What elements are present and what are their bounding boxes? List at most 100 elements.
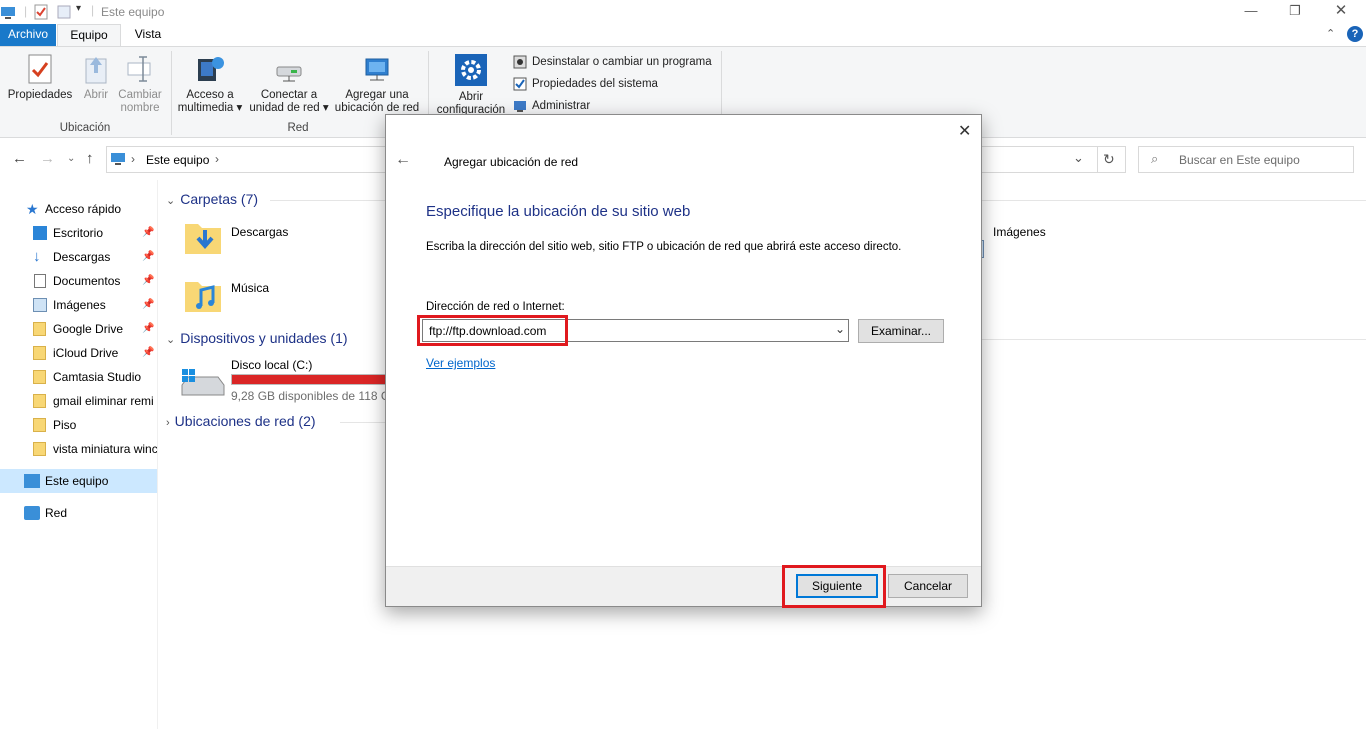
open-settings-button[interactable]: Abrir configuración bbox=[432, 53, 510, 117]
local-disk-icon bbox=[181, 369, 225, 396]
sidebar-item-escritorio[interactable]: Escritorio 📌 bbox=[0, 221, 157, 245]
sidebar-item-label: Imágenes bbox=[53, 298, 106, 312]
sidebar-item-acceso-rapido[interactable]: ★ Acceso rápido bbox=[0, 197, 157, 221]
sidebar-item-label: gmail eliminar remi bbox=[53, 394, 154, 408]
sidebar-item-este-equipo[interactable]: Este equipo bbox=[0, 469, 157, 493]
pin-icon[interactable]: 📌 bbox=[142, 221, 154, 245]
collapse-ribbon-icon[interactable]: ⌃ bbox=[1326, 27, 1335, 40]
breadcrumb-este-equipo[interactable]: Este equipo bbox=[146, 153, 209, 167]
new-folder-quick-icon[interactable] bbox=[56, 4, 72, 20]
properties-button[interactable]: Propiedades bbox=[4, 53, 76, 102]
network-icon bbox=[24, 506, 40, 520]
back-arrow-icon[interactable]: ← bbox=[12, 150, 27, 167]
pin-icon[interactable]: 📌 bbox=[142, 341, 154, 365]
pane-divider[interactable] bbox=[157, 180, 158, 729]
add-network-location-label-1: Agregar una bbox=[345, 89, 409, 101]
pin-icon[interactable]: 📌 bbox=[142, 269, 154, 293]
open-icon bbox=[85, 57, 107, 84]
drive-item-c[interactable]: Disco local (C:) 9,28 GB disponibles de … bbox=[178, 355, 386, 405]
rename-button[interactable]: Cambiar nombre bbox=[116, 53, 164, 115]
network-header-label: Ubicaciones de red (2) bbox=[174, 413, 316, 429]
properties-icon bbox=[28, 54, 52, 84]
tab-archivo[interactable]: Archivo bbox=[0, 24, 56, 46]
sidebar-item-piso[interactable]: Piso bbox=[0, 413, 157, 437]
folder-item-musica[interactable]: Música bbox=[183, 272, 383, 320]
open-button[interactable]: Abrir bbox=[80, 53, 112, 102]
system-properties-button[interactable]: Propiedades del sistema bbox=[513, 75, 658, 93]
add-network-location-label-2: ubicación de red bbox=[334, 102, 420, 114]
refresh-icon[interactable]: ↻ bbox=[1103, 151, 1115, 168]
up-arrow-icon[interactable]: ↑ bbox=[86, 150, 94, 167]
minimize-button[interactable]: — bbox=[1228, 0, 1274, 24]
ribbon-tabs: Archivo Equipo Vista ⌃ ? bbox=[0, 24, 1366, 47]
disk-usage-fill bbox=[232, 375, 386, 384]
browse-button[interactable]: Examinar... bbox=[858, 319, 944, 343]
breadcrumb-chevron-icon[interactable]: › bbox=[215, 152, 219, 166]
system-properties-label: Propiedades del sistema bbox=[532, 78, 658, 90]
sidebar-item-documentos[interactable]: Documentos 📌 bbox=[0, 269, 157, 293]
sidebar-item-camtasia[interactable]: Camtasia Studio bbox=[0, 365, 157, 389]
sidebar-item-imagenes[interactable]: Imágenes 📌 bbox=[0, 293, 157, 317]
sidebar-item-label: Google Drive bbox=[53, 322, 124, 336]
download-arrow-icon: ↓ bbox=[33, 248, 41, 265]
pin-icon[interactable]: 📌 bbox=[142, 317, 154, 341]
folders-group-header[interactable]: ⌄ Carpetas (7) bbox=[166, 191, 258, 207]
see-examples-link[interactable]: Ver ejemplos bbox=[426, 356, 495, 370]
customize-toolbar-icon[interactable]: ▾ bbox=[76, 3, 81, 14]
add-network-location-dialog: ✕ ← Agregar ubicación de red Especifique… bbox=[385, 114, 982, 608]
folder-item-imagenes[interactable]: Imágenes bbox=[980, 216, 1100, 264]
window-title: Este equipo bbox=[101, 5, 165, 19]
manage-button[interactable]: Administrar bbox=[513, 97, 590, 115]
forward-arrow-icon[interactable]: → bbox=[40, 150, 55, 167]
downloads-folder-icon bbox=[185, 224, 221, 254]
disk-usage-bar bbox=[231, 374, 386, 385]
uninstall-program-button[interactable]: Desinstalar o cambiar un programa bbox=[513, 53, 712, 71]
gear-icon bbox=[455, 54, 487, 86]
folder-item-descargas[interactable]: Descargas bbox=[183, 216, 383, 264]
sidebar-item-label: Piso bbox=[53, 418, 77, 432]
folder-icon bbox=[33, 346, 46, 360]
pin-icon[interactable]: 📌 bbox=[142, 245, 154, 269]
manage-label: Administrar bbox=[532, 100, 591, 112]
search-icon: ⌕ bbox=[1151, 151, 1159, 166]
sidebar-item-red[interactable]: Red bbox=[0, 501, 157, 525]
sidebar-item-google-drive[interactable]: Google Drive 📌 bbox=[0, 317, 157, 341]
recent-locations-icon[interactable]: ⌄ bbox=[67, 153, 75, 164]
sidebar-item-label: Red bbox=[45, 506, 68, 520]
open-label: Abrir bbox=[83, 89, 109, 101]
chevron-down-icon[interactable]: ⌄ bbox=[835, 322, 845, 336]
pin-icon[interactable]: 📌 bbox=[142, 293, 154, 317]
close-dialog-icon[interactable]: ✕ bbox=[958, 121, 971, 141]
pictures-icon bbox=[33, 298, 47, 312]
map-network-drive-button[interactable]: Conectar a unidad de red ▾ bbox=[246, 53, 332, 115]
network-drive-icon bbox=[276, 66, 302, 82]
sidebar-item-vista-miniatura[interactable]: vista miniatura winc bbox=[0, 437, 157, 461]
tab-equipo[interactable]: Equipo bbox=[57, 24, 121, 47]
cancel-button[interactable]: Cancelar bbox=[888, 574, 968, 598]
drive-name: Disco local (C:) bbox=[231, 358, 313, 372]
close-window-button[interactable]: ✕ bbox=[1318, 0, 1364, 24]
sidebar-item-descargas[interactable]: ↓ Descargas 📌 bbox=[0, 245, 157, 269]
computer-icon bbox=[111, 153, 125, 165]
maximize-button[interactable]: ❐ bbox=[1272, 0, 1318, 24]
dialog-footer: Siguiente Cancelar bbox=[386, 566, 981, 606]
search-input[interactable]: ⌕ Buscar en Este equipo bbox=[1138, 146, 1354, 173]
folder-icon bbox=[33, 370, 46, 384]
back-arrow-icon[interactable]: ← bbox=[395, 151, 411, 169]
sidebar-item-gmail[interactable]: gmail eliminar remi bbox=[0, 389, 157, 413]
network-locations-group-header[interactable]: › Ubicaciones de red (2) bbox=[166, 413, 316, 429]
media-access-button[interactable]: Acceso a multimedia ▾ bbox=[174, 53, 246, 115]
add-network-location-button[interactable]: Agregar una ubicación de red bbox=[332, 53, 422, 115]
computer-icon bbox=[24, 474, 40, 488]
chevron-down-icon: ⌄ bbox=[166, 195, 176, 207]
manage-icon bbox=[514, 101, 526, 112]
devices-group-header[interactable]: ⌄ Dispositivos y unidades (1) bbox=[166, 330, 348, 346]
sidebar-item-icloud-drive[interactable]: iCloud Drive 📌 bbox=[0, 341, 157, 365]
tab-vista[interactable]: Vista bbox=[124, 24, 172, 46]
dialog-heading: Especifique la ubicación de su sitio web bbox=[426, 203, 691, 220]
music-folder-icon bbox=[185, 282, 221, 312]
properties-quick-icon[interactable] bbox=[33, 4, 49, 20]
address-dropdown-icon[interactable]: ⌄ bbox=[1073, 150, 1084, 166]
document-icon bbox=[34, 274, 46, 288]
help-icon[interactable]: ? bbox=[1347, 26, 1363, 42]
